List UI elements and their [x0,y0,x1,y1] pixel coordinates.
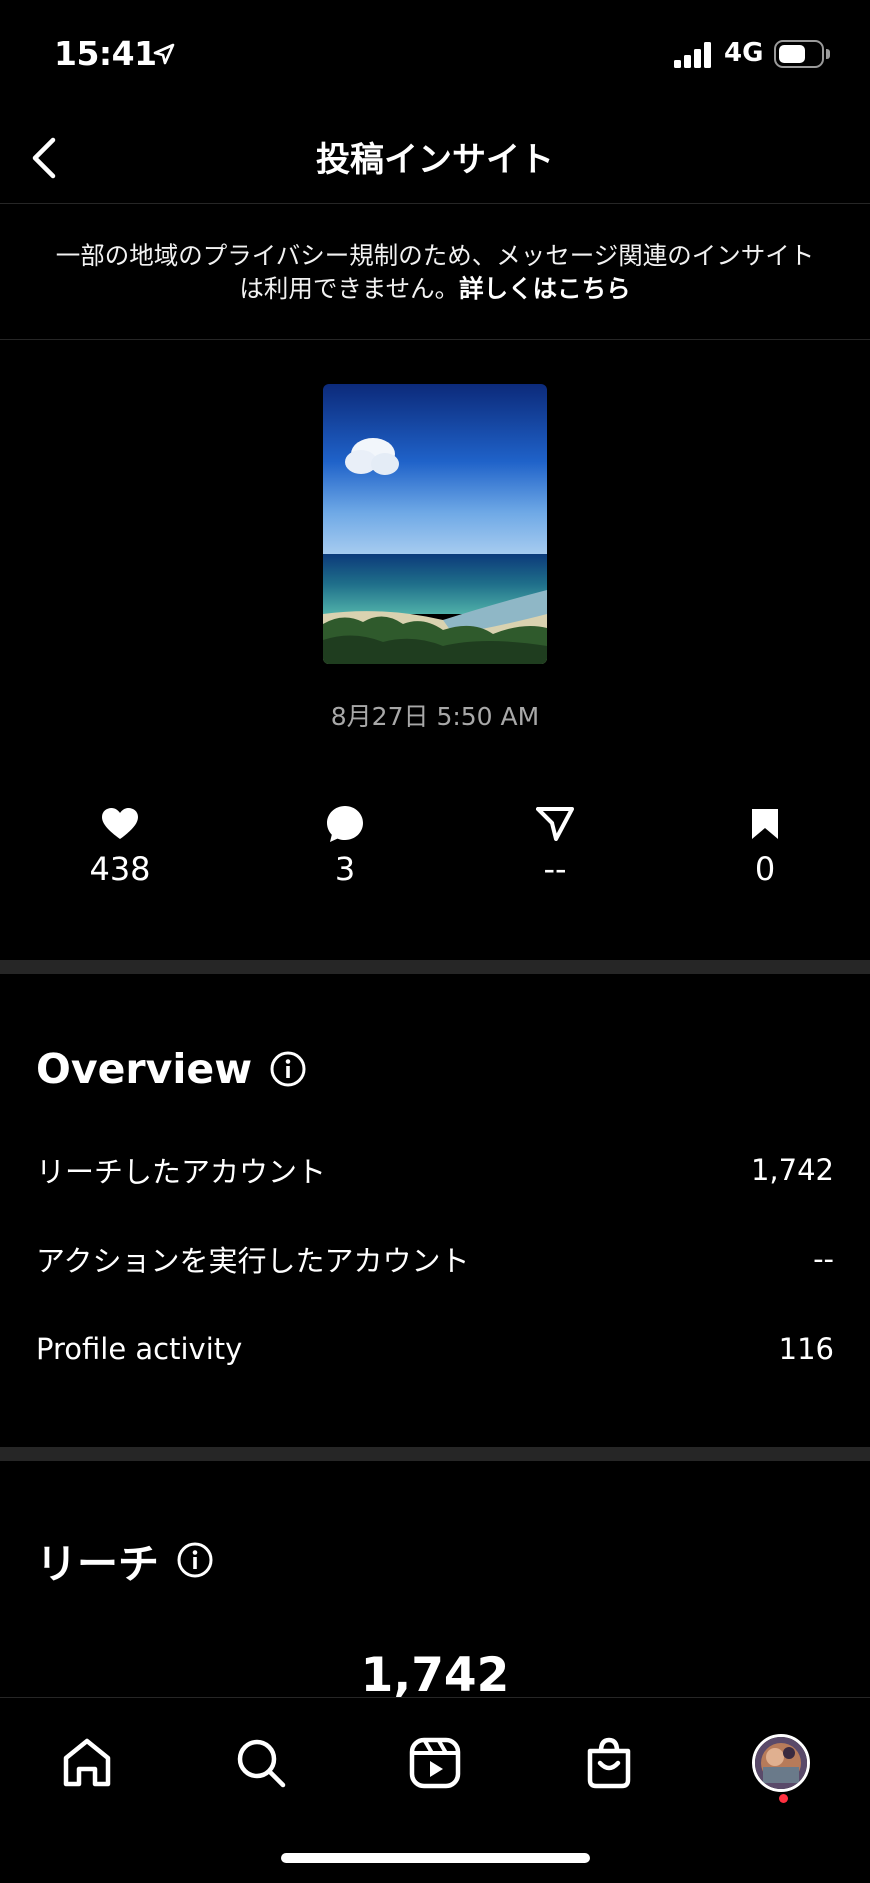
overview-row-accounts-reached[interactable]: リーチしたアカウント 1,742 [36,1148,834,1192]
network-type: 4G [724,38,764,68]
heart-icon [102,808,138,839]
comments-count: 3 [334,850,356,888]
status-bar: 15:41 4G [0,0,870,110]
privacy-notice-text: 一部の地域のプライバシー規制のため、メッセージ関連のインサイトは利用できません。 [55,241,815,303]
status-time: 15:41 [54,34,157,73]
page-title: 投稿インサイト [316,140,554,180]
post-thumbnail[interactable] [323,384,547,664]
reach-value: 1,742 [360,1648,510,1698]
shares-metric: -- [485,800,625,888]
reach-heading: リーチ [36,1540,159,1588]
learn-more-link[interactable]: 詳しくはこちら [459,274,631,303]
likes-metric: 438 [50,800,190,888]
battery-level [779,45,806,63]
comments-metric: 3 [275,800,415,888]
share-icon [536,807,574,841]
privacy-notice: 一部の地域のプライバシー規制のため、メッセージ関連のインサイトは利用できません。… [0,205,870,340]
row-label: アクションを実行したアカウント [36,1244,470,1278]
row-value: 116 [778,1332,834,1366]
saves-metric: 0 [695,800,835,888]
comment-icon [327,806,363,842]
overview-heading: Overview [36,1045,253,1093]
info-icon[interactable] [270,1051,306,1087]
search-icon [237,1739,286,1788]
row-label: Profile activity [36,1332,243,1366]
saves-count: 0 [754,850,776,888]
tab-search[interactable] [226,1728,296,1798]
reach-title: リーチ [36,1530,213,1590]
home-indicator [281,1853,590,1863]
nav-header: 投稿インサイト [0,110,870,204]
section-divider [0,960,870,974]
post-image [323,384,547,664]
tab-home[interactable] [52,1728,122,1798]
reels-icon [409,1737,461,1789]
battery-cap [826,49,830,59]
post-date: 8月27日 5:50 AM [330,702,540,731]
battery-icon [774,40,824,68]
overview-row-profile-activity[interactable]: Profile activity 116 [36,1327,834,1371]
tab-profile[interactable] [746,1728,816,1798]
shop-icon [587,1737,631,1789]
tab-shop[interactable] [574,1728,644,1798]
shares-count: -- [543,850,567,888]
notification-dot [779,1794,788,1803]
section-divider [0,1447,870,1461]
row-value: -- [813,1242,834,1276]
home-icon [63,1738,111,1787]
avatar [752,1734,810,1792]
info-icon[interactable] [177,1542,213,1578]
tab-bar [0,1697,870,1883]
row-value: 1,742 [750,1153,834,1187]
likes-count: 438 [89,850,151,888]
location-arrow-icon [153,43,175,65]
row-label: リーチしたアカウント [36,1155,327,1189]
save-icon [752,809,778,839]
tab-reels[interactable] [400,1728,470,1798]
overview-title: Overview [36,1045,306,1093]
cellular-signal-icon [674,42,714,68]
overview-row-accounts-engaged[interactable]: アクションを実行したアカウント -- [36,1237,834,1281]
